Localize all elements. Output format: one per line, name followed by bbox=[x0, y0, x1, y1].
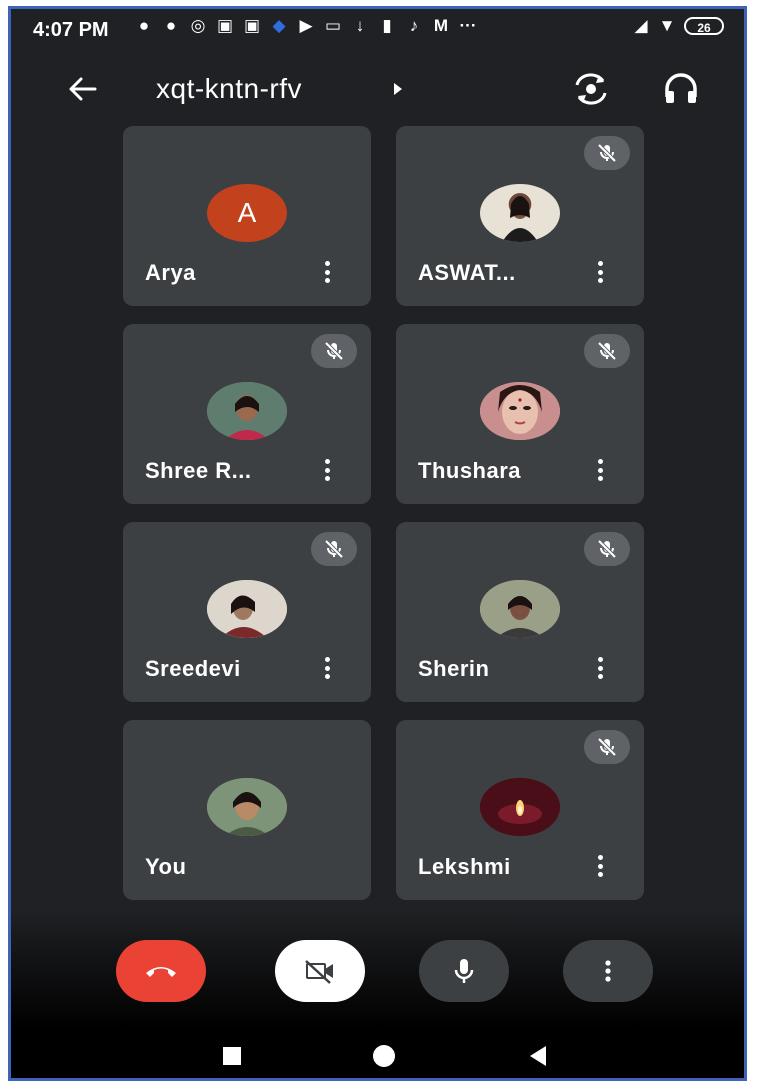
participant-name: Lekshmi bbox=[418, 854, 511, 879]
video-icon: ▭ bbox=[324, 16, 342, 35]
call-header: xqt-kntn-rfv bbox=[11, 59, 744, 119]
muted-mic-icon bbox=[584, 136, 630, 170]
picture-icon: ▣ bbox=[216, 16, 234, 35]
switch-camera-icon bbox=[575, 73, 607, 105]
youtube-icon: ▶ bbox=[299, 16, 313, 35]
circle-icon bbox=[373, 1045, 395, 1067]
participant-tile[interactable]: Lekshmi bbox=[396, 720, 644, 900]
status-time: 4:07 PM bbox=[33, 19, 109, 41]
avatar bbox=[207, 382, 287, 440]
avatar bbox=[207, 778, 287, 836]
camera-off-icon bbox=[305, 960, 333, 984]
audio-output-button[interactable] bbox=[661, 71, 701, 107]
participant-tile[interactable]: Shree R... bbox=[123, 324, 371, 504]
avatar bbox=[480, 382, 560, 440]
blue-app-icon: ◆ bbox=[272, 16, 286, 35]
system-icons: ◢ ▼ 26 bbox=[632, 16, 724, 35]
muted-mic-icon bbox=[584, 334, 630, 368]
participant-name: Shree R... bbox=[145, 458, 252, 483]
end-call-button[interactable] bbox=[116, 940, 206, 1002]
caret-right-icon[interactable] bbox=[391, 81, 405, 97]
arrow-left-icon bbox=[69, 77, 97, 101]
avatar: A bbox=[207, 184, 287, 242]
participant-more-button[interactable] bbox=[594, 852, 606, 880]
notification-icons: ● ● ◎ ▣ ▣ ◆ ▶ ▭ ↓ ▮ ♪ M ··· bbox=[135, 16, 477, 35]
participant-more-button[interactable] bbox=[594, 654, 606, 682]
keyhole-icon: ▮ bbox=[382, 16, 392, 35]
participant-tile[interactable]: A Arya bbox=[123, 126, 371, 306]
participant-name: ASWAT... bbox=[418, 260, 516, 285]
muted-mic-icon bbox=[584, 730, 630, 764]
microphone-toggle-button[interactable] bbox=[419, 940, 509, 1002]
triangle-back-icon bbox=[530, 1046, 546, 1066]
home-button[interactable] bbox=[369, 1041, 399, 1071]
participant-name: Sherin bbox=[418, 656, 490, 681]
switch-camera-button[interactable] bbox=[571, 71, 611, 107]
whatsapp-icon: ◎ bbox=[190, 16, 206, 35]
more-vertical-icon bbox=[605, 960, 611, 982]
participant-name: Sreedevi bbox=[145, 656, 241, 681]
square-icon bbox=[223, 1047, 241, 1065]
muted-mic-icon bbox=[311, 334, 357, 368]
wifi-icon: ▼ bbox=[658, 16, 676, 35]
muted-mic-icon bbox=[584, 532, 630, 566]
phone-screen: 4:07 PM ● ● ◎ ▣ ▣ ◆ ▶ ▭ ↓ ▮ ♪ M ··· ◢ ▼ … bbox=[8, 6, 747, 1081]
participant-tile[interactable]: Thushara bbox=[396, 324, 644, 504]
microphone-icon bbox=[454, 959, 474, 983]
battery-icon: 26 bbox=[684, 17, 724, 35]
meeting-code[interactable]: xqt-kntn-rfv bbox=[156, 73, 302, 105]
gmail-icon: M bbox=[433, 16, 449, 35]
participant-tile[interactable]: You bbox=[123, 720, 371, 900]
avatar bbox=[480, 184, 560, 242]
participant-tile[interactable]: Sherin bbox=[396, 522, 644, 702]
tiktok-icon: ♪ bbox=[409, 16, 419, 35]
hang-up-icon bbox=[146, 967, 176, 977]
avatar bbox=[480, 580, 560, 638]
participant-tile[interactable]: ASWAT... bbox=[396, 126, 644, 306]
back-button[interactable] bbox=[63, 71, 103, 107]
participant-more-button[interactable] bbox=[321, 258, 333, 286]
participant-more-button[interactable] bbox=[321, 654, 333, 682]
more-icon: ··· bbox=[459, 16, 477, 35]
signal-icon: ◢ bbox=[634, 16, 648, 35]
participant-tile[interactable]: Sreedevi bbox=[123, 522, 371, 702]
back-nav-button[interactable] bbox=[523, 1041, 553, 1071]
system-navigation-bar bbox=[11, 1029, 744, 1078]
participant-name: You bbox=[145, 854, 187, 879]
participant-more-button[interactable] bbox=[594, 258, 606, 286]
chat-icon: ● bbox=[165, 16, 177, 35]
avatar bbox=[207, 580, 287, 638]
participant-more-button[interactable] bbox=[321, 456, 333, 484]
alert-icon: ● bbox=[138, 16, 150, 35]
participant-more-button[interactable] bbox=[594, 456, 606, 484]
headphones-icon bbox=[665, 73, 697, 103]
more-options-button[interactable] bbox=[563, 940, 653, 1002]
participant-name: Arya bbox=[145, 260, 196, 285]
picture-icon: ▣ bbox=[243, 16, 261, 35]
download-icon: ↓ bbox=[355, 16, 365, 35]
call-controls bbox=[11, 909, 744, 1029]
status-bar: 4:07 PM ● ● ◎ ▣ ▣ ◆ ▶ ▭ ↓ ▮ ♪ M ··· ◢ ▼ … bbox=[11, 9, 744, 49]
participant-name: Thushara bbox=[418, 458, 522, 483]
muted-mic-icon bbox=[311, 532, 357, 566]
camera-toggle-button[interactable] bbox=[275, 940, 365, 1002]
recents-button[interactable] bbox=[217, 1041, 247, 1071]
avatar bbox=[480, 778, 560, 836]
